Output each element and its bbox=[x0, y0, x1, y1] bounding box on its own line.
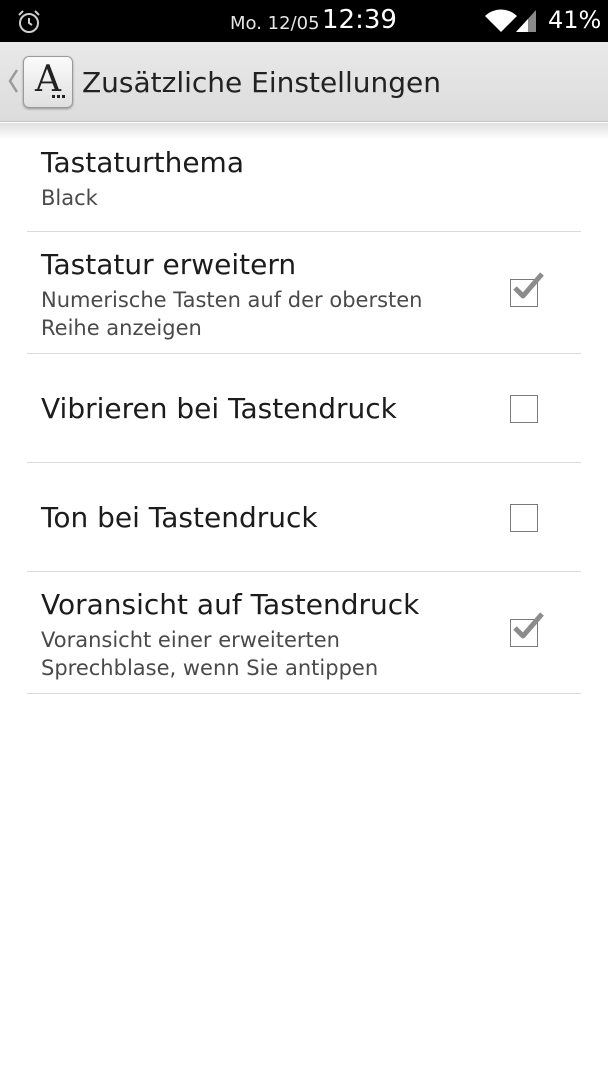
vibrate-checkbox[interactable] bbox=[510, 395, 538, 423]
keyboard-font-icon[interactable]: A bbox=[23, 56, 73, 108]
pref-summary: Voransicht einer erweiterten Sprechblase… bbox=[41, 628, 379, 680]
pref-keyboard-theme[interactable]: Tastaturthema Black bbox=[27, 122, 581, 232]
app-icon-letter: A bbox=[35, 59, 61, 100]
pref-sound-on-keypress[interactable]: Ton bei Tastendruck bbox=[27, 463, 581, 572]
pref-title: Tastaturthema bbox=[41, 146, 244, 179]
checkmark-icon bbox=[513, 612, 544, 639]
chevron-left-icon[interactable] bbox=[6, 66, 20, 96]
pref-title: Tastatur erweitern bbox=[41, 248, 297, 281]
pref-summary: Numerische Tasten auf der obersten Reihe… bbox=[41, 288, 423, 340]
pref-title: Voransicht auf Tastendruck bbox=[41, 588, 420, 621]
pref-title: Ton bei Tastendruck bbox=[41, 501, 318, 534]
wifi-icon bbox=[485, 9, 517, 32]
status-bar: Mo. 12/05 12:39 41% bbox=[0, 0, 608, 42]
pref-vibrate-on-keypress[interactable]: Vibrieren bei Tastendruck bbox=[27, 354, 581, 463]
page-title: Zusätzliche Einstellungen bbox=[82, 66, 441, 99]
battery-percentage: 41% bbox=[548, 6, 602, 34]
status-date: Mo. 12/05 bbox=[230, 13, 320, 34]
pref-preview-on-keypress[interactable]: Voransicht auf Tastendruck Voransicht ei… bbox=[27, 572, 581, 694]
extend-keyboard-checkbox[interactable] bbox=[510, 272, 544, 307]
cell-signal-icon bbox=[516, 10, 536, 32]
pref-title: Vibrieren bei Tastendruck bbox=[41, 392, 397, 425]
pref-extend-keyboard[interactable]: Tastatur erweitern Numerische Tasten auf… bbox=[27, 232, 581, 354]
action-bar: A Zusätzliche Einstellungen bbox=[0, 42, 608, 122]
checkmark-icon bbox=[513, 272, 544, 299]
preview-checkbox[interactable] bbox=[510, 612, 544, 647]
sound-checkbox[interactable] bbox=[510, 504, 538, 532]
alarm-clock-icon bbox=[18, 10, 40, 33]
status-time: 12:39 bbox=[322, 5, 397, 35]
pref-summary: Black bbox=[41, 186, 98, 210]
app-icon-dots bbox=[52, 95, 65, 98]
